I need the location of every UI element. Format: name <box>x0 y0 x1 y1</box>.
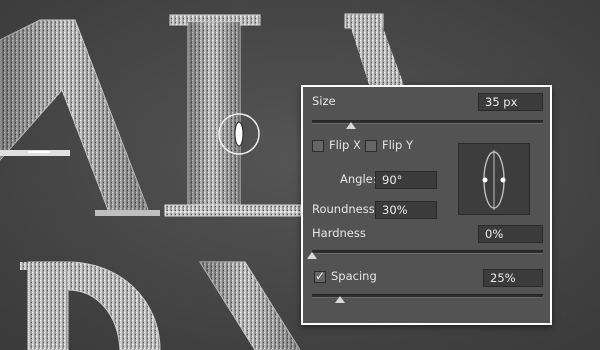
spacing-checkbox[interactable] <box>314 269 326 283</box>
flip-y-checkbox[interactable] <box>365 140 377 152</box>
spacing-label: Spacing <box>331 269 377 283</box>
brush-tip-shape-panel: Size 35 px Flip X Flip Y Angle: 90° Roun… <box>301 85 552 325</box>
size-field[interactable]: 35 px <box>478 93 543 111</box>
elliptical-brush-cursor-icon <box>218 113 260 155</box>
angle-label: Angle: <box>340 172 377 186</box>
hardness-slider-track[interactable] <box>312 250 543 254</box>
spacing-slider-track[interactable] <box>312 294 543 298</box>
spacing-field[interactable]: 25% <box>483 269 543 287</box>
size-slider-thumb[interactable] <box>346 122 357 129</box>
hardness-label: Hardness <box>312 226 366 240</box>
brush-tip-shape-icon <box>482 150 506 210</box>
spacing-slider-thumb[interactable] <box>334 296 345 303</box>
brush-tip-preview[interactable] <box>458 143 530 215</box>
roundness-field[interactable]: 30% <box>375 201 437 219</box>
roundness-label: Roundness: <box>312 202 379 216</box>
size-label: Size <box>312 94 336 108</box>
angle-field[interactable]: 90° <box>375 171 437 189</box>
flip-x-checkbox[interactable] <box>312 140 324 152</box>
hardness-slider-thumb[interactable] <box>307 252 317 259</box>
flip-y-label: Flip Y <box>382 138 413 152</box>
hardness-field[interactable]: 0% <box>478 225 543 243</box>
flip-x-label: Flip X <box>329 138 361 152</box>
